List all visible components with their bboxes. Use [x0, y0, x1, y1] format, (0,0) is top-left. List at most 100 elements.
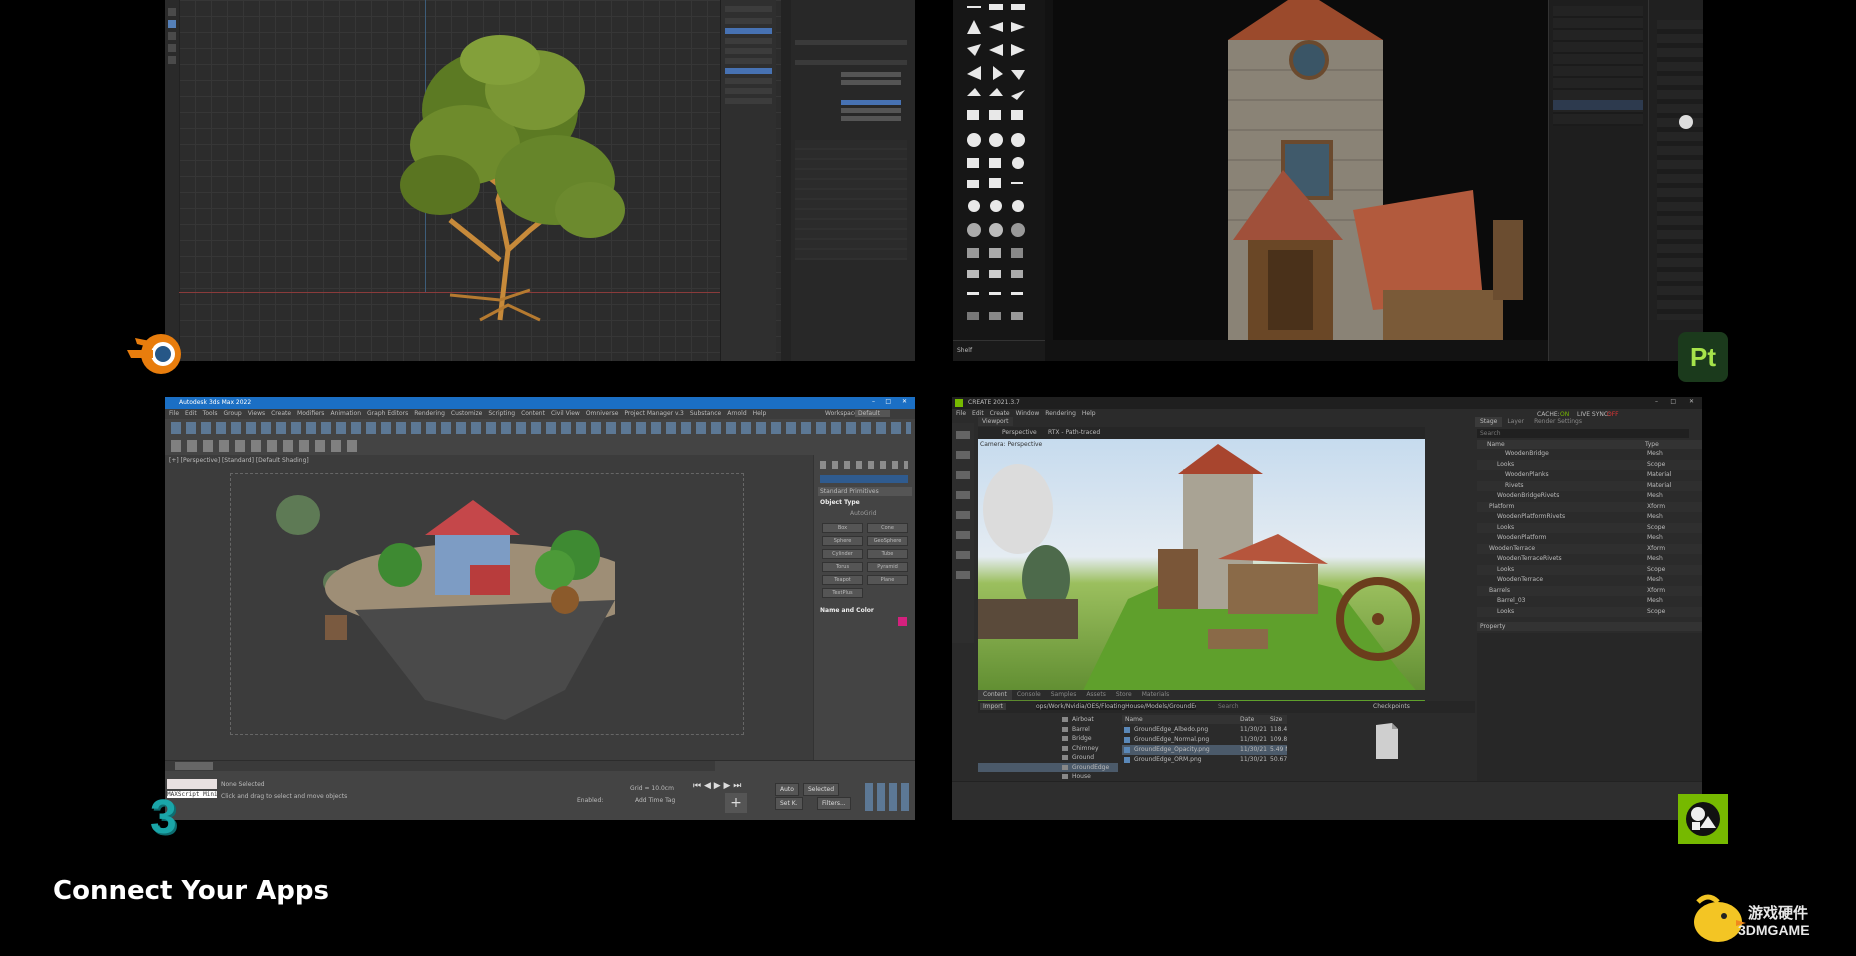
max-menu-item[interactable]: Edit [185, 410, 197, 417]
omni-tool-strip[interactable] [952, 423, 974, 643]
table-row[interactable]: Platform Xform [1477, 501, 1702, 512]
file-row[interactable]: GroundEdge_Opacity.png 11/30/21 11:16 AM5… [1122, 745, 1287, 755]
primitive-button[interactable]: Pyramid [867, 562, 908, 572]
auto-key-button[interactable]: Auto [775, 783, 799, 796]
table-row[interactable]: WoodenPlatformRivets Mesh [1477, 512, 1702, 523]
folder-item[interactable]: GroundEdge [978, 762, 1118, 772]
tab-layer[interactable]: Layer [1502, 417, 1529, 427]
table-row[interactable]: WoodenTerraceRivets Mesh [1477, 554, 1702, 565]
primitive-button[interactable]: Teapot [822, 575, 863, 585]
import-button[interactable]: Import [980, 703, 1006, 710]
camera-dropdown[interactable]: Perspective [1002, 429, 1037, 436]
max-secondary-toolbar[interactable] [165, 437, 915, 455]
omni-menu-item[interactable]: File [956, 410, 966, 417]
viewport-label[interactable]: [+] [Perspective] [Standard] [Default Sh… [169, 457, 309, 464]
key-mode-dropdown[interactable]: Selected [803, 783, 840, 796]
painter-shelf[interactable] [953, 0, 1045, 340]
table-row[interactable]: WoodenTerrace Xform [1477, 543, 1702, 554]
max-menu-item[interactable]: Civil View [551, 410, 580, 417]
table-row[interactable]: Looks Scope [1477, 606, 1702, 617]
primitive-button[interactable]: Tube [867, 549, 908, 559]
file-list[interactable]: GroundEdge_Albedo.png11/30/21 11:16 AM11… [1122, 725, 1287, 775]
primitive-button[interactable]: GeoSphere [867, 536, 908, 546]
close-icon[interactable]: ✕ [902, 398, 907, 405]
table-row[interactable]: Barrels Xform [1477, 585, 1702, 596]
maximize-icon[interactable]: □ [885, 398, 891, 405]
max-menu-item[interactable]: Content [521, 410, 545, 417]
primitive-button[interactable]: Cone [867, 523, 908, 533]
table-row[interactable]: Looks Scope [1477, 522, 1702, 533]
primitive-button[interactable]: TextPlus [822, 588, 863, 598]
workspaces-dropdown[interactable]: Default [855, 410, 890, 417]
max-menu-item[interactable]: Animation [330, 410, 361, 417]
max-menu-item[interactable]: Graph Editors [367, 410, 408, 417]
omni-menu-item[interactable]: Window [1016, 410, 1040, 417]
path-field[interactable]: ops/Work/Nvidia/OES/FloatingHouse/Models… [1036, 703, 1196, 710]
content-tab[interactable]: Assets [1081, 690, 1111, 700]
viewport-tab[interactable]: Viewport [978, 417, 1013, 426]
tab-render-settings[interactable]: Render Settings [1529, 417, 1587, 427]
tab-property[interactable]: Property [1477, 622, 1702, 631]
max-menu-item[interactable]: Rendering [414, 410, 445, 417]
painter-properties[interactable] [1648, 0, 1703, 361]
painter-viewport[interactable] [1053, 0, 1548, 340]
object-type-rollout[interactable]: Object Type [820, 499, 860, 506]
max-menu-item[interactable]: Views [248, 410, 265, 417]
playback-controls[interactable]: ⏮ ◀ ▶ ▶ ⏭ [693, 781, 773, 793]
key-filters-button[interactable]: Filters... [817, 797, 851, 810]
omni-menu-item[interactable]: Create [990, 410, 1010, 417]
viewport-nav-controls[interactable] [865, 783, 909, 811]
max-main-toolbar[interactable] [165, 419, 915, 438]
content-tab[interactable]: Store [1111, 690, 1137, 700]
autogrid-checkbox[interactable]: AutoGrid [850, 510, 877, 517]
primitive-button[interactable]: Box [822, 523, 863, 533]
max-menu-item[interactable]: Modifiers [297, 410, 324, 417]
tree-model[interactable] [380, 20, 650, 330]
max-menu-item[interactable]: Group [223, 410, 241, 417]
folder-item[interactable]: Airboat [978, 715, 1118, 725]
max-menu-item[interactable]: Arnold [727, 410, 746, 417]
tab-stage[interactable]: Stage [1475, 417, 1503, 427]
max-menu-item[interactable]: File [169, 410, 179, 417]
minimize-icon[interactable]: – [872, 398, 875, 405]
painter-layer-stack[interactable] [1548, 0, 1649, 361]
close-icon[interactable]: ✕ [1689, 398, 1694, 405]
file-row[interactable]: GroundEdge_Normal.png 11/30/21 11:16 AM10… [1122, 735, 1287, 745]
maximize-icon[interactable]: □ [1670, 398, 1676, 405]
primitive-button[interactable]: Torus [822, 562, 863, 572]
max-menu-item[interactable]: Customize [451, 410, 483, 417]
timeline-slider[interactable] [165, 761, 715, 771]
content-tab[interactable]: Samples [1046, 690, 1082, 700]
primitives-dropdown[interactable]: Standard Primitives [818, 487, 912, 496]
table-row[interactable]: Looks Scope [1477, 564, 1702, 575]
table-row[interactable]: WoodenTerrace Mesh [1477, 575, 1702, 586]
add-time-tag[interactable]: Add Time Tag [635, 797, 675, 804]
set-key-button[interactable]: Set K. [775, 797, 803, 810]
file-row[interactable]: GroundEdge_ORM.png 11/30/21 11:16 AM50.67… [1122, 755, 1287, 765]
render-mode-dropdown[interactable]: RTX - Path-traced [1048, 429, 1100, 436]
folder-tree[interactable]: Airboat Barrel Bridge Chimney Ground GroundEd… [978, 715, 1118, 781]
max-menu-item[interactable]: Tools [203, 410, 218, 417]
folder-item[interactable]: House [978, 772, 1118, 781]
table-row[interactable]: WoodenPlanks Material [1477, 470, 1702, 481]
table-row[interactable]: WoodenBridgeRivets Mesh [1477, 491, 1702, 502]
name-color-rollout[interactable]: Name and Color [820, 607, 874, 614]
folder-item[interactable]: Ground [978, 753, 1118, 763]
content-tab[interactable]: Content [978, 690, 1012, 700]
table-row[interactable]: Looks Scope [1477, 459, 1702, 470]
max-menu-item[interactable]: Help [753, 410, 767, 417]
stage-tree[interactable]: WoodenBridge Mesh Looks Scope WoodenPlanks Ma… [1477, 449, 1702, 617]
max-menu-item[interactable]: Scripting [488, 410, 515, 417]
table-row[interactable]: Rivets Material [1477, 480, 1702, 491]
table-row[interactable]: WoodenPlatform Mesh [1477, 533, 1702, 544]
checkpoints-header[interactable]: Checkpoints [1373, 703, 1410, 710]
folder-item[interactable]: Chimney [978, 744, 1118, 754]
omni-menu-item[interactable]: Rendering [1045, 410, 1076, 417]
primitive-button[interactable]: Plane [867, 575, 908, 585]
max-menu-item[interactable]: Create [271, 410, 291, 417]
folder-item[interactable]: Bridge [978, 734, 1118, 744]
max-menu-item[interactable]: Substance [690, 410, 721, 417]
content-search-input[interactable]: Search [1218, 703, 1239, 710]
omni-menu-item[interactable]: Edit [972, 410, 984, 417]
table-row[interactable]: Barrel_03 Mesh [1477, 596, 1702, 607]
